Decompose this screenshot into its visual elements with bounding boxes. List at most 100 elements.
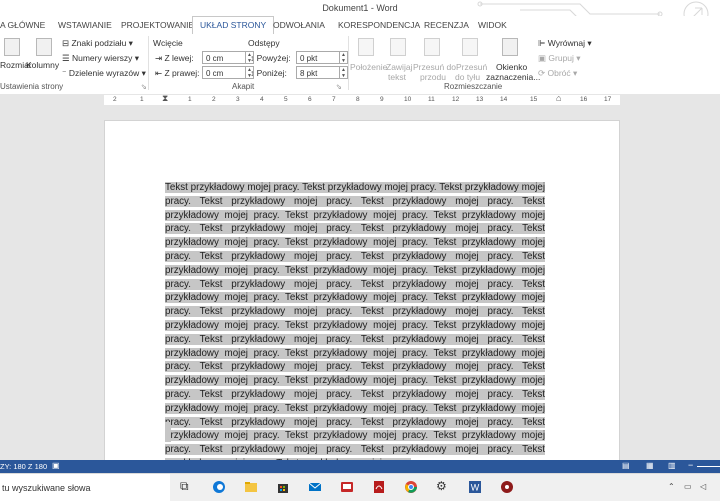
bring-forward-icon [424, 38, 440, 56]
ruler-number: 9 [380, 96, 384, 103]
indent-left-input[interactable]: 0 cm [202, 51, 246, 64]
spacing-after-label: ↕ Poniżej: [250, 68, 287, 78]
ruler-number: 10 [404, 96, 412, 103]
status-bar: ZY: 180 Z 180 ▣ ▤ ▦ ▥ − [0, 460, 720, 473]
position-icon [358, 38, 374, 56]
ruler-number: 14 [500, 96, 508, 103]
ruler-number: 17 [604, 96, 612, 103]
read-mode-icon[interactable]: ▤ [622, 461, 630, 470]
zoom-slider[interactable] [697, 466, 720, 467]
selection-pane-button-line1[interactable]: Okienko [496, 62, 527, 72]
selection-pane-icon [502, 38, 518, 56]
position-button[interactable]: Położenie [350, 62, 387, 72]
indent-left-label: ⇥ Z lewej: [155, 53, 194, 63]
right-indent-marker-icon[interactable]: ⌂ [556, 93, 561, 103]
ruler-number: 3 [236, 96, 240, 103]
tab-mailings[interactable]: KORESPONDENCJA [338, 18, 420, 32]
mail-icon[interactable] [308, 480, 322, 494]
group-button[interactable]: ▣ Grupuj ▾ [538, 53, 581, 64]
ruler-number: 5 [284, 96, 288, 103]
horizontal-ruler[interactable]: 2 1 ⧗ 1 2 3 4 5 6 7 8 9 10 11 12 13 14 1… [0, 93, 720, 106]
send-backward-button-line1[interactable]: Przesuń [456, 62, 487, 72]
taskbar-search-placeholder[interactable]: tu wyszukiwane słowa [2, 483, 91, 493]
document-body-text[interactable]: Tekst przykładowy mojej pracy. Tekst prz… [165, 181, 545, 471]
indent-heading: Wcięcie [153, 38, 183, 48]
selected-paragraph[interactable]: Tekst przykładowy mojej pracy. Tekst prz… [165, 182, 545, 469]
bring-forward-button-line1[interactable]: Przesuń do [413, 62, 456, 72]
size-icon [4, 38, 20, 56]
ribbon: Rozmiar Kolumny ⊟ Znaki podziału ▾ ☰ Num… [0, 34, 720, 95]
tab-home[interactable]: A GŁÓWNE [0, 18, 45, 32]
ruler-strip [104, 95, 620, 105]
columns-icon [36, 38, 52, 56]
zoom-out-icon[interactable]: − [688, 460, 693, 470]
app-red-icon[interactable] [340, 480, 354, 494]
tab-page-layout[interactable]: UKŁAD STRONY [192, 16, 275, 35]
ruler-number: 2 [113, 96, 117, 103]
send-backward-button-line2[interactable]: do tyłu [455, 72, 480, 82]
print-layout-icon[interactable]: ▦ [646, 461, 654, 470]
spacing-after-spinner[interactable]: ▲ ▼ [340, 66, 348, 79]
file-explorer-icon[interactable] [244, 480, 258, 494]
paragraph-group-label: Akapit [232, 82, 255, 91]
ruler-number: 1 [188, 96, 192, 103]
task-view-icon[interactable]: ⧉ [180, 479, 194, 493]
ruler-number: 12 [452, 96, 460, 103]
taskbar-search[interactable]: tu wyszukiwane słowa [0, 474, 170, 501]
app-maroon-icon[interactable] [500, 480, 514, 494]
spacing-after-input[interactable]: 8 pkt [296, 66, 340, 79]
tab-references[interactable]: ODWOŁANIA [273, 18, 325, 32]
spacing-before-label: ↕ Powyżej: [250, 53, 291, 63]
spacing-before-input[interactable]: 0 pkt [296, 51, 340, 64]
indent-right-label: ⇤ Z prawej: [155, 68, 200, 78]
volume-icon[interactable]: ◁ [700, 482, 706, 491]
hyphenation-button[interactable]: ⁻ Dzielenie wyrazów ▾ [62, 68, 146, 79]
show-hidden-icons-icon[interactable]: ⌃ [668, 482, 675, 491]
tab-insert[interactable]: WSTAWIANIE [58, 18, 112, 32]
spacing-heading: Odstępy [248, 38, 280, 48]
tab-design[interactable]: PROJEKTOWANIE [121, 18, 194, 32]
word-icon[interactable]: W [468, 480, 482, 494]
proofing-icon[interactable]: ▣ [52, 461, 60, 470]
ruler-number: 7 [332, 96, 336, 103]
indent-right-input[interactable]: 0 cm [202, 66, 246, 79]
line-numbers-button[interactable]: ☰ Numery wierszy ▾ [62, 53, 139, 64]
tab-review[interactable]: RECENZJA [424, 18, 469, 32]
taskbar: tu wyszukiwane słowa ⧉ ⚙ W ⌃ ▭ ◁ [0, 473, 720, 501]
store-icon[interactable] [276, 480, 290, 494]
selection-pane-button-line2[interactable]: zaznaczenia... [486, 72, 540, 82]
separator [148, 36, 149, 90]
breaks-button[interactable]: ⊟ Znaki podziału ▾ [62, 38, 133, 49]
ribbon-tabs: A GŁÓWNE WSTAWIANIE PROJEKTOWANIE UKŁAD … [0, 16, 720, 35]
columns-button[interactable]: Kolumny [26, 60, 59, 70]
web-layout-icon[interactable]: ▥ [668, 461, 676, 470]
page-setup-launcher-icon[interactable]: ⬂ [141, 83, 147, 91]
align-button[interactable]: ⊫ Wyrównaj ▾ [538, 38, 592, 49]
separator [348, 36, 349, 90]
indent-marker-icon[interactable]: ⧗ [162, 93, 168, 104]
network-icon[interactable]: ▭ [684, 482, 692, 491]
word-count-status[interactable]: ZY: 180 Z 180 [0, 462, 47, 471]
send-backward-icon [462, 38, 478, 56]
chrome-icon[interactable] [404, 480, 418, 494]
spacing-before-spinner[interactable]: ▲ ▼ [340, 51, 348, 64]
paragraph-launcher-icon[interactable]: ⬂ [336, 83, 342, 91]
ruler-number: 2 [212, 96, 216, 103]
tab-view[interactable]: WIDOK [478, 18, 507, 32]
wrap-text-button-line1[interactable]: Zawijaj [386, 62, 412, 72]
settings-icon[interactable]: ⚙ [436, 479, 450, 493]
bring-forward-button-line2[interactable]: przodu [420, 72, 446, 82]
pdf-reader-icon[interactable] [372, 480, 386, 494]
ruler-number: 6 [308, 96, 312, 103]
ruler-number: 11 [428, 96, 435, 103]
arrange-group-label: Rozmieszczanie [444, 82, 503, 91]
edge-icon[interactable] [212, 480, 226, 494]
ruler-number: 8 [356, 96, 360, 103]
page-setup-group-label: Ustawienia strony [0, 82, 64, 91]
wrap-text-button-line2[interactable]: tekst [388, 72, 406, 82]
ruler-number: 4 [260, 96, 264, 103]
rotate-button[interactable]: ⟳ Obróć ▾ [538, 68, 577, 79]
ruler-number: 1 [140, 96, 144, 103]
document-area[interactable]: Tekst przykładowy mojej pracy. Tekst prz… [0, 106, 720, 480]
document-page[interactable]: Tekst przykładowy mojej pracy. Tekst prz… [104, 120, 620, 480]
